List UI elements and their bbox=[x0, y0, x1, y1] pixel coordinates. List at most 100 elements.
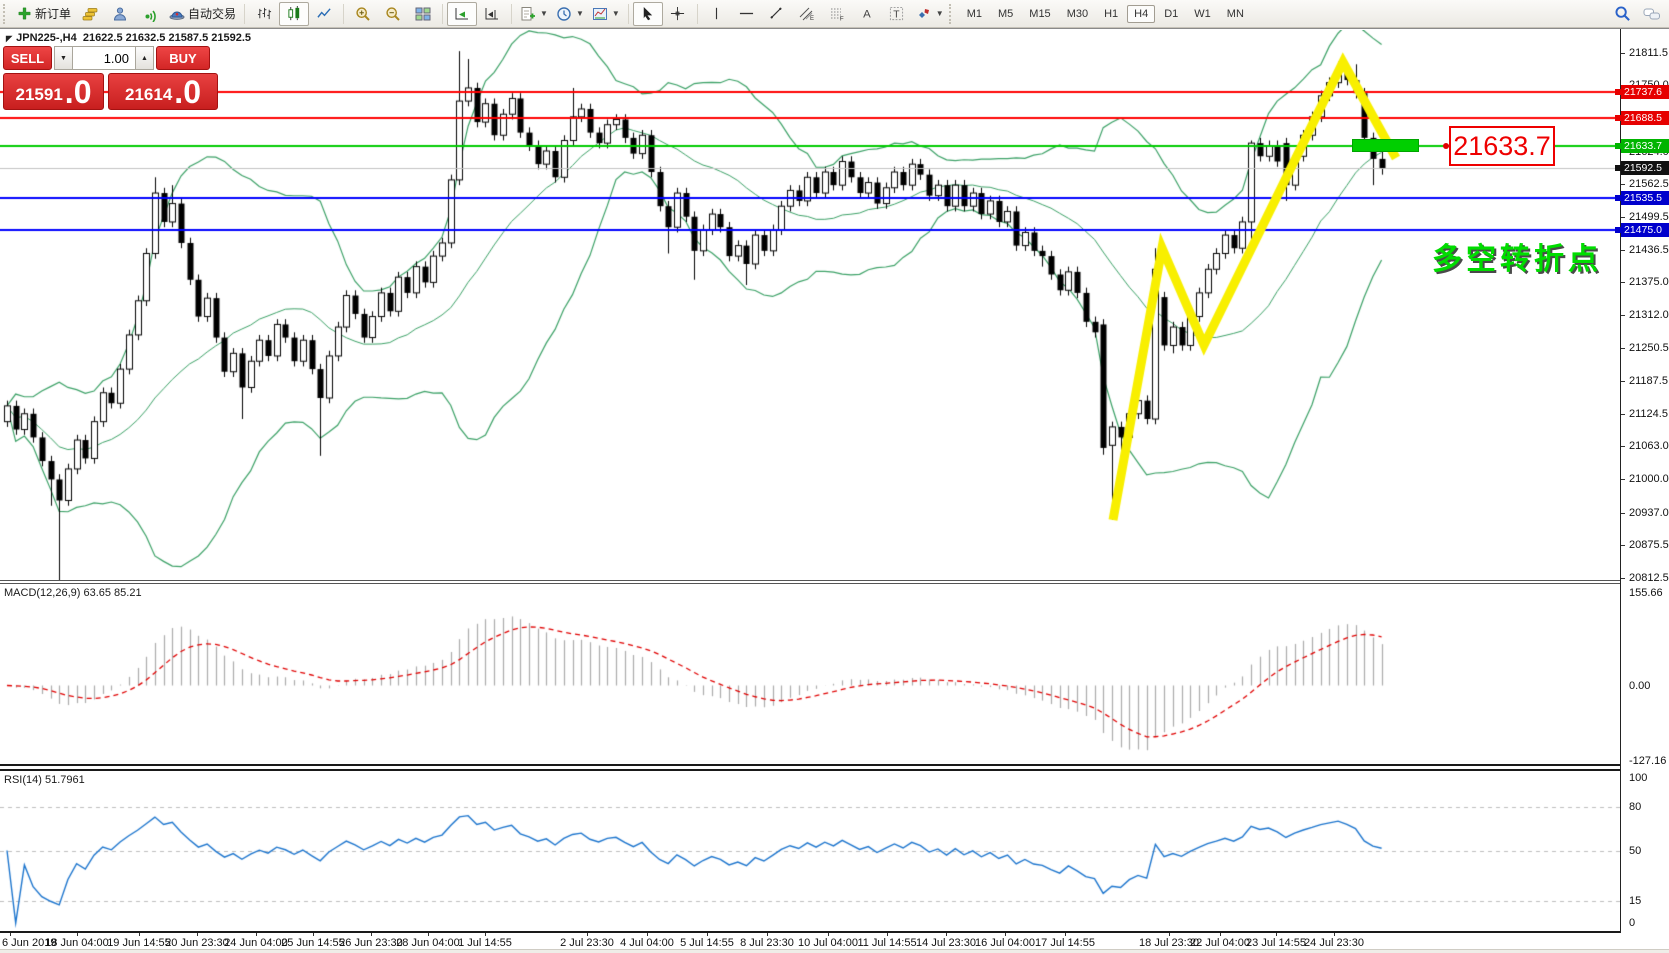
toolbar: 新订单 自动交易 bbox=[0, 0, 1669, 28]
pane-splitter[interactable] bbox=[0, 580, 1620, 584]
separator bbox=[343, 4, 344, 24]
pane-splitter[interactable] bbox=[0, 764, 1620, 771]
cursor-button[interactable] bbox=[633, 2, 663, 26]
equidistant-channel-button[interactable]: E bbox=[792, 2, 822, 26]
text-label-button[interactable]: T bbox=[882, 2, 912, 26]
price-tick-label: 20812.5 bbox=[1629, 572, 1669, 584]
price-callout-box[interactable]: 21633.7 bbox=[1449, 126, 1555, 166]
turning-point-annotation[interactable]: 多空转折点 bbox=[1432, 234, 1602, 278]
price-tick-label: 21063.0 bbox=[1629, 440, 1669, 452]
market-watch-button[interactable] bbox=[75, 2, 105, 26]
price-tick bbox=[1621, 348, 1625, 349]
bar-chart-button[interactable] bbox=[249, 2, 279, 26]
chat-icon bbox=[1643, 6, 1661, 22]
auto-trading-label: 自动交易 bbox=[188, 5, 236, 22]
sell-button[interactable]: SELL bbox=[3, 46, 52, 70]
mt4-window: 新订单 自动交易 bbox=[0, 0, 1669, 953]
time-label: 18 Jun 04:00 bbox=[45, 937, 109, 949]
timeframe-h1-button[interactable]: H1 bbox=[1097, 5, 1125, 23]
tile-windows-icon bbox=[415, 6, 431, 22]
timeframe-m15-button[interactable]: M15 bbox=[1022, 5, 1057, 23]
separator bbox=[697, 4, 698, 24]
price-tick bbox=[1621, 479, 1625, 480]
trendline-icon bbox=[769, 6, 784, 21]
zoom-in-icon bbox=[355, 6, 371, 22]
time-tick bbox=[587, 933, 588, 936]
crosshair-button[interactable] bbox=[663, 2, 693, 26]
trendline-button[interactable] bbox=[762, 2, 792, 26]
timeframe-mn-button[interactable]: MN bbox=[1220, 5, 1251, 23]
arrows-icon bbox=[916, 6, 932, 22]
timeframe-m5-button[interactable]: M5 bbox=[991, 5, 1020, 23]
line-chart-button[interactable] bbox=[309, 2, 339, 26]
buy-button[interactable]: BUY bbox=[156, 46, 210, 70]
chart-shift-button[interactable] bbox=[477, 2, 507, 26]
templates-button[interactable]: ▼ bbox=[588, 2, 624, 26]
volume-increase-button[interactable]: ▲ bbox=[135, 46, 154, 70]
sell-price: 21591 bbox=[16, 82, 63, 108]
volume-input[interactable] bbox=[73, 46, 135, 70]
macd-label: MACD(12,26,9) 63.65 85.21 bbox=[4, 587, 142, 599]
auto-scroll-button[interactable] bbox=[447, 2, 477, 26]
timeframe-m30-button[interactable]: M30 bbox=[1060, 5, 1095, 23]
toolbar-grip[interactable] bbox=[949, 4, 955, 24]
price-tick-label: 21436.5 bbox=[1629, 244, 1669, 256]
tile-windows-button[interactable] bbox=[408, 2, 438, 26]
zoom-out-button[interactable] bbox=[378, 2, 408, 26]
fibonacci-button[interactable]: F bbox=[822, 2, 852, 26]
time-tick bbox=[313, 933, 314, 936]
time-label: 11 Jul 14:55 bbox=[857, 937, 916, 949]
time-tick bbox=[707, 933, 708, 936]
timeframe-d1-button[interactable]: D1 bbox=[1157, 5, 1185, 23]
rsi-tick-label: 100 bbox=[1629, 772, 1647, 784]
sell-price-button[interactable]: 21591 .0 bbox=[3, 73, 104, 110]
arrows-button[interactable]: ▼ bbox=[912, 2, 948, 26]
volume-decrease-button[interactable]: ▼ bbox=[54, 46, 73, 70]
chat-button[interactable] bbox=[1637, 2, 1667, 26]
plus-icon bbox=[17, 6, 32, 21]
macd-indicator-pane[interactable] bbox=[0, 585, 1620, 764]
price-tag: 21592.5 bbox=[1621, 161, 1669, 175]
time-label: 1 Jul 14:55 bbox=[458, 937, 512, 949]
toolbar-grip[interactable] bbox=[3, 4, 9, 24]
text-button[interactable]: A bbox=[852, 2, 882, 26]
separator bbox=[244, 4, 245, 24]
symbol-name: JPN225-,H4 bbox=[16, 32, 77, 44]
timeframe-m1-button[interactable]: M1 bbox=[960, 5, 989, 23]
horizontal-line-button[interactable] bbox=[732, 2, 762, 26]
periods-button[interactable]: ▼ bbox=[552, 2, 588, 26]
auto-trading-button[interactable]: 自动交易 bbox=[165, 2, 240, 26]
svg-text:A: A bbox=[863, 8, 871, 20]
time-tick bbox=[1065, 933, 1066, 936]
buy-price-button[interactable]: 21614 .0 bbox=[108, 73, 218, 110]
highlight-zone-rectangle[interactable] bbox=[1352, 139, 1419, 152]
vertical-line-button[interactable] bbox=[702, 2, 732, 26]
signals-button[interactable] bbox=[135, 2, 165, 26]
equidistant-channel-icon: E bbox=[799, 6, 815, 22]
search-button[interactable] bbox=[1607, 2, 1637, 26]
svg-text:T: T bbox=[894, 9, 901, 20]
price-tick bbox=[1621, 578, 1625, 579]
new-order-button[interactable]: 新订单 bbox=[13, 2, 75, 26]
timeframe-h4-button[interactable]: H4 bbox=[1127, 5, 1155, 23]
rsi-tick-label: 50 bbox=[1629, 845, 1641, 857]
accounts-button[interactable] bbox=[105, 2, 135, 26]
main-price-chart[interactable] bbox=[0, 30, 1620, 581]
chevron-down-icon: ▼ bbox=[540, 9, 548, 18]
time-label: 17 Jul 14:55 bbox=[1035, 937, 1095, 949]
time-label: 22 Jul 04:00 bbox=[1190, 937, 1250, 949]
indicators-button[interactable]: ▼ bbox=[516, 2, 552, 26]
price-tick-label: 21811.5 bbox=[1629, 47, 1668, 59]
price-tick bbox=[1621, 381, 1625, 382]
timeframe-w1-button[interactable]: W1 bbox=[1187, 5, 1218, 23]
signal-icon bbox=[142, 6, 158, 22]
separator bbox=[511, 4, 512, 24]
price-tick-label: 21499.5 bbox=[1629, 211, 1669, 223]
zoom-in-button[interactable] bbox=[348, 2, 378, 26]
chart-symbol-icon: ◤ bbox=[6, 34, 12, 43]
price-tick bbox=[1621, 513, 1625, 514]
candlestick-chart-button[interactable] bbox=[279, 2, 309, 26]
rsi-indicator-pane[interactable] bbox=[0, 772, 1620, 931]
price-tag: 21688.5 bbox=[1621, 111, 1669, 125]
status-strip bbox=[0, 949, 1669, 953]
